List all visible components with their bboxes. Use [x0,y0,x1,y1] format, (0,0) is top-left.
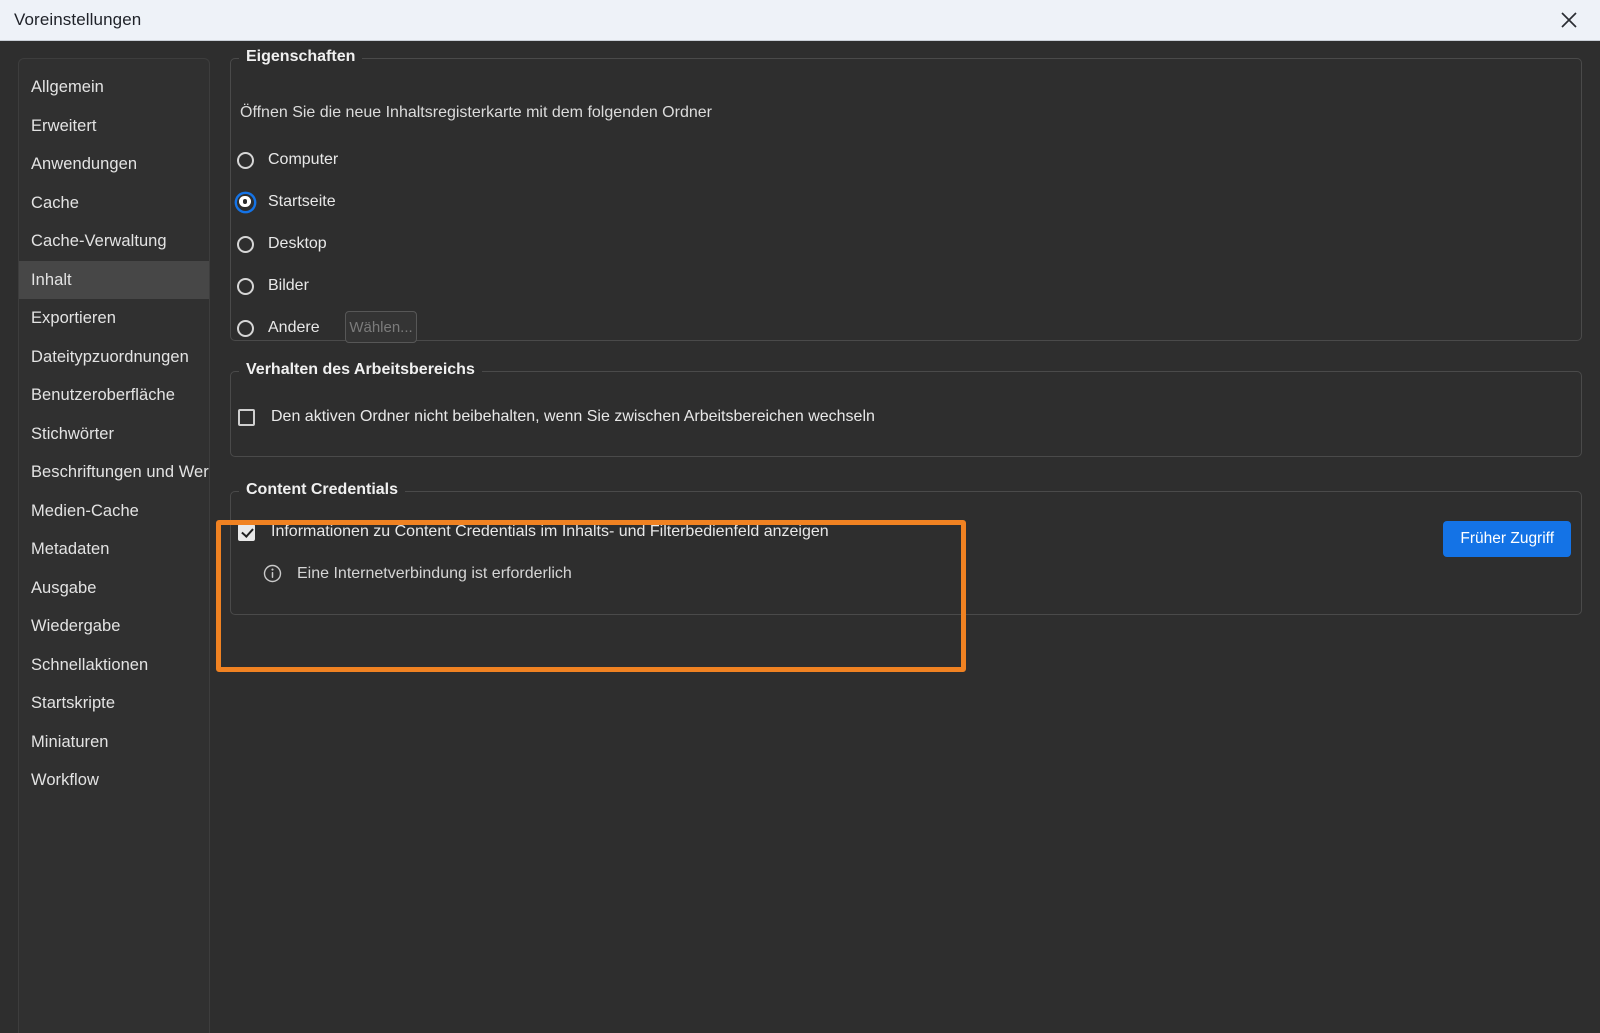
sidebar-item-stichwoerter[interactable]: Stichwörter [19,415,209,454]
radio-label-bilder: Bilder [268,277,309,294]
sidebar-item-ausgabe[interactable]: Ausgabe [19,569,209,608]
checkbox-label-show-content-credentials: Informationen zu Content Credentials im … [271,523,829,540]
sidebar-item-dateitypzuordnungen[interactable]: Dateitypzuordnungen [19,338,209,377]
radio-label-computer: Computer [268,151,339,168]
radio-row-bilder[interactable]: Bilder [237,273,309,299]
radio-computer[interactable] [237,151,254,169]
early-access-button[interactable]: Früher Zugriff [1443,521,1571,557]
preferences-category-sidebar[interactable]: Allgemein Erweitert Anwendungen Cache Ca… [18,58,210,1033]
radio-row-andere[interactable]: Andere [237,315,320,341]
checkbox-row-show-content-credentials[interactable]: Informationen zu Content Credentials im … [238,523,829,541]
radio-label-startseite: Startseite [268,193,336,210]
checkbox-show-content-credentials[interactable] [238,523,255,541]
preferences-dialog-body: Allgemein Erweitert Anwendungen Cache Ca… [0,41,1600,1033]
radio-label-desktop: Desktop [268,235,327,252]
sidebar-item-inhalt[interactable]: Inhalt [19,260,209,299]
close-button[interactable] [1538,0,1600,40]
checkbox-label-keep-active-folder: Den aktiven Ordner nicht beibehalten, we… [271,408,875,425]
sidebar-item-erweitert[interactable]: Erweitert [19,107,209,146]
sidebar-item-benutzeroberflaeche[interactable]: Benutzeroberfläche [19,376,209,415]
checkbox-row-keep-active-folder[interactable]: Den aktiven Ordner nicht beibehalten, we… [238,408,875,426]
radio-bilder[interactable] [237,277,254,295]
sidebar-item-schnellaktionen[interactable]: Schnellaktionen [19,646,209,685]
sidebar-item-exportieren[interactable]: Exportieren [19,299,209,338]
workspace-behavior-group-title: Verhalten des Arbeitsbereichs [239,361,482,379]
sidebar-item-cache-verwaltung[interactable]: Cache-Verwaltung [19,222,209,261]
radio-desktop[interactable] [237,235,254,253]
info-circle-icon [263,564,282,583]
radio-startseite[interactable] [237,193,254,211]
sidebar-item-allgemein[interactable]: Allgemein [19,68,209,107]
radio-label-andere: Andere [268,319,320,336]
radio-row-computer[interactable]: Computer [237,147,338,173]
sidebar-item-wiedergabe[interactable]: Wiedergabe [19,607,209,646]
internet-required-text: Eine Internetverbindung ist erforderlich [297,564,572,582]
window-title: Voreinstellungen [14,10,142,29]
radio-row-desktop[interactable]: Desktop [237,231,327,257]
radio-andere[interactable] [237,319,254,337]
properties-group: Eigenschaften Öffnen Sie die neue Inhalt… [230,48,1582,343]
sidebar-item-startskripte[interactable]: Startskripte [19,684,209,723]
workspace-behavior-group: Verhalten des Arbeitsbereichs Den aktive… [230,361,1582,457]
sidebar-item-workflow[interactable]: Workflow [19,761,209,800]
radio-row-startseite[interactable]: Startseite [237,189,336,215]
sidebar-item-miniaturen[interactable]: Miniaturen [19,723,209,762]
sidebar-item-cache[interactable]: Cache [19,184,209,223]
content-credentials-group-title: Content Credentials [239,481,406,499]
close-icon [1560,11,1578,29]
properties-description: Öffnen Sie die neue Inhaltsregisterkarte… [240,104,712,121]
internet-required-note: Eine Internetverbindung ist erforderlich [263,564,572,583]
checkbox-keep-active-folder[interactable] [238,408,255,426]
sidebar-item-anwendungen[interactable]: Anwendungen [19,145,209,184]
preferences-content-pane: Eigenschaften Öffnen Sie die neue Inhalt… [230,48,1582,1033]
choose-folder-button[interactable]: Wählen... [345,311,417,343]
properties-group-title: Eigenschaften [239,48,363,66]
content-credentials-group: Content Credentials Informationen zu Con… [230,481,1582,615]
sidebar-item-beschriftungen-und-wertungen[interactable]: Beschriftungen und Wertungen [19,453,209,492]
sidebar-item-medien-cache[interactable]: Medien-Cache [19,492,209,531]
sidebar-item-metadaten[interactable]: Metadaten [19,530,209,569]
window-titlebar: Voreinstellungen [0,0,1600,41]
